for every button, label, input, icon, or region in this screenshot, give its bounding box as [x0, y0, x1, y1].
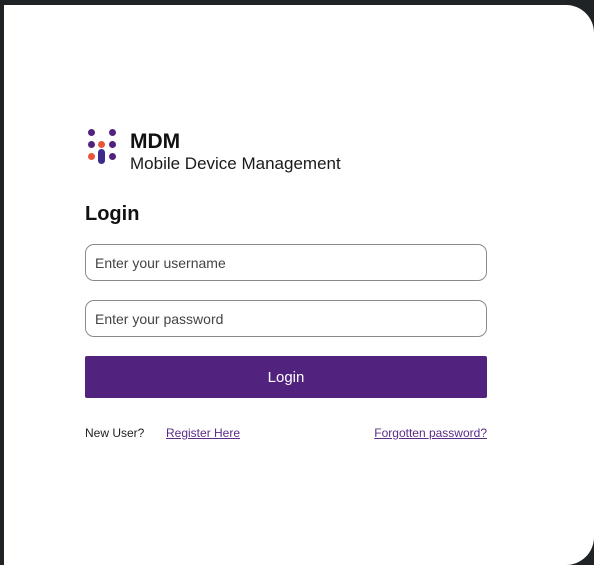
brand-subtitle: Mobile Device Management — [130, 154, 341, 173]
window-frame: MDM Mobile Device Management Login Login… — [0, 0, 594, 565]
brand-header: MDM Mobile Device Management — [84, 129, 341, 174]
brand-title: MDM — [130, 130, 181, 153]
new-user-text: New User? — [85, 426, 145, 440]
forgot-password-link[interactable]: Forgotten password? — [374, 426, 487, 440]
username-input[interactable] — [85, 244, 487, 281]
login-heading: Login — [85, 203, 140, 225]
brand-text: MDM Mobile Device Management — [130, 129, 341, 174]
mdm-logo-icon — [84, 129, 120, 173]
login-card — [4, 5, 594, 565]
login-button[interactable]: Login — [85, 356, 487, 398]
password-input[interactable] — [85, 300, 487, 337]
register-link[interactable]: Register Here — [166, 426, 240, 440]
